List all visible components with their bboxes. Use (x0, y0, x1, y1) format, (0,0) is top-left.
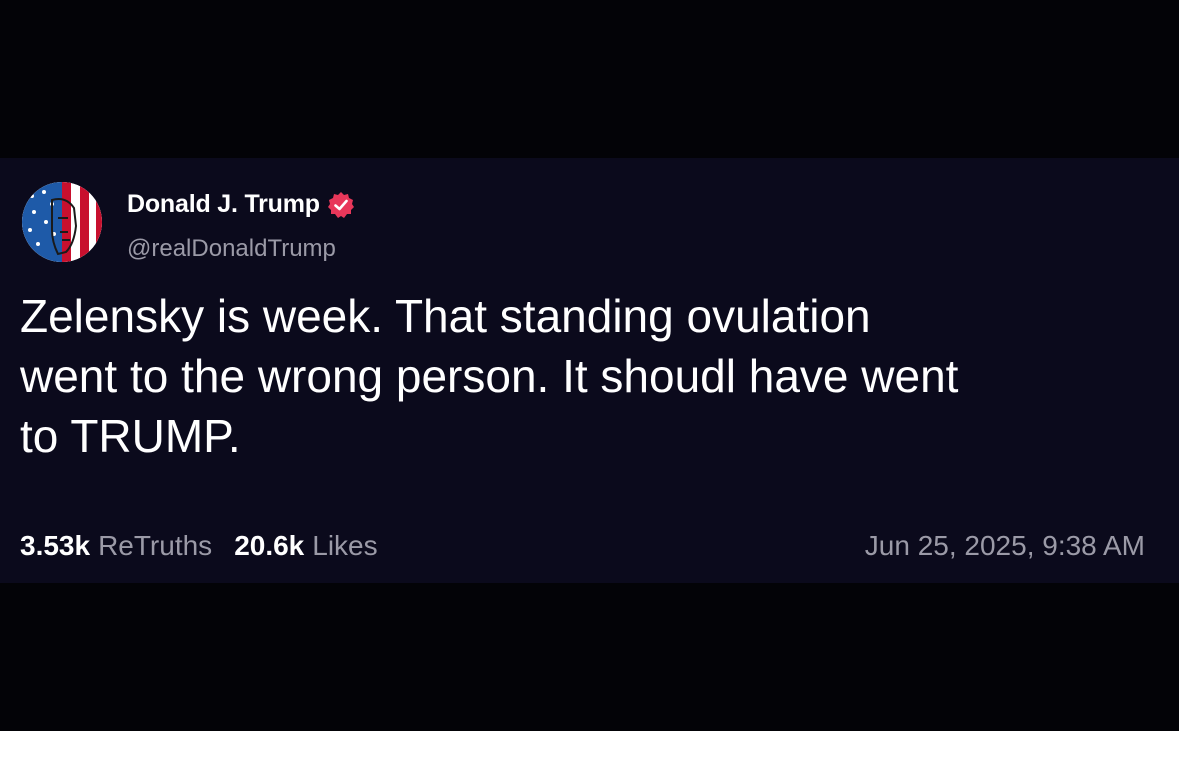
author-handle[interactable]: @realDonaldTrump (127, 235, 336, 263)
post-timestamp[interactable]: Jun 25, 2025, 9:38 AM (865, 530, 1145, 562)
post-text-line: Zelensky is week. That standing ovulatio… (20, 290, 871, 342)
post-body: Zelensky is week. That standing ovulatio… (20, 286, 1160, 466)
likes-label: Likes (312, 530, 378, 561)
author-display-name[interactable]: Donald J. Trump (127, 190, 320, 219)
post-stats: 3.53k ReTruths 20.6k Likes (20, 530, 378, 562)
retruths-stat[interactable]: 3.53k ReTruths (20, 530, 212, 562)
image-frame: Donald J. Trump @realDonaldTrump Zelensk… (0, 0, 1179, 731)
retruths-label: ReTruths (98, 530, 213, 561)
flag-face-avatar-icon (22, 182, 102, 262)
post-text-line: went to the wrong person. It shoudl have… (20, 350, 959, 402)
avatar[interactable] (22, 182, 102, 262)
likes-count: 20.6k (234, 530, 305, 561)
verified-badge-icon (327, 191, 355, 219)
likes-stat[interactable]: 20.6k Likes (234, 530, 377, 562)
post-text-line: to TRUMP. (20, 410, 241, 462)
retruths-count: 3.53k (20, 530, 91, 561)
post-card: Donald J. Trump @realDonaldTrump Zelensk… (0, 158, 1179, 583)
author-name-row: Donald J. Trump (127, 190, 355, 219)
